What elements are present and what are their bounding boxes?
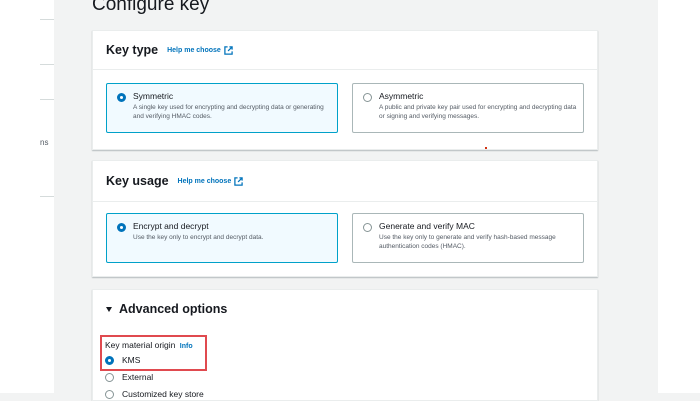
option-label: External (122, 372, 154, 382)
radio-icon[interactable] (105, 372, 114, 382)
page-title: Configure key (92, 0, 210, 15)
key-type-title: Key type (106, 43, 159, 57)
option-label: Asymmetric (379, 91, 424, 101)
key-type-header: Key type Help me choose (93, 31, 597, 70)
option-label: Symmetric (133, 91, 174, 101)
sidebar-divider (40, 99, 54, 100)
sidebar-divider (40, 196, 54, 197)
key-usage-options: Encrypt and decrypt Use the key only to … (106, 213, 584, 263)
external-link-icon (234, 176, 243, 186)
field-label: Key material origin (105, 340, 176, 350)
key-type-panel: Key type Help me choose Symmetric A sing… (92, 30, 598, 150)
option-description: Use the key only to generate and verify … (379, 234, 556, 250)
key-usage-help-link[interactable]: Help me choose (178, 176, 244, 186)
stray-mark (485, 147, 487, 149)
option-label: Encrypt and decrypt (133, 221, 209, 231)
radio-icon[interactable] (363, 93, 372, 102)
key-usage-option-generate-verify-mac[interactable]: Generate and verify MAC Use the key only… (352, 213, 584, 263)
key-usage-option-encrypt-decrypt[interactable]: Encrypt and decrypt Use the key only to … (106, 213, 338, 263)
key-type-option-symmetric[interactable]: Symmetric A single key used for encrypti… (106, 83, 338, 133)
origin-option-external[interactable]: External (105, 372, 153, 382)
key-usage-panel: Key usage Help me choose Encrypt and dec… (92, 160, 598, 277)
right-margin (658, 0, 700, 393)
caret-down-icon (106, 306, 112, 312)
key-material-origin-label: Key material origin Info (105, 340, 193, 350)
info-link[interactable]: Info (180, 343, 193, 350)
sidebar-text-fragment[interactable]: ns (40, 138, 48, 147)
key-type-option-asymmetric[interactable]: Asymmetric A public and private key pair… (352, 83, 584, 133)
key-usage-header: Key usage Help me choose (93, 161, 597, 202)
help-link-label[interactable]: Help me choose (167, 47, 221, 54)
advanced-options-toggle[interactable]: Advanced options (93, 290, 597, 328)
key-type-help-link[interactable]: Help me choose (167, 45, 233, 55)
option-description: A single key used for encrypting and dec… (133, 104, 324, 120)
radio-icon[interactable] (117, 223, 126, 232)
key-type-options: Symmetric A single key used for encrypti… (106, 83, 584, 133)
option-label: KMS (122, 355, 141, 365)
sidebar-divider (40, 19, 54, 20)
origin-option-kms[interactable]: KMS (105, 355, 140, 365)
external-link-icon (224, 45, 233, 55)
left-sidebar: ns (0, 0, 54, 393)
option-label: Customized key store (122, 389, 204, 399)
radio-icon[interactable] (363, 223, 372, 232)
help-link-label[interactable]: Help me choose (178, 178, 232, 185)
advanced-options-title: Advanced options (119, 302, 228, 316)
radio-icon[interactable] (105, 389, 114, 399)
option-description: Use the key only to encrypt and decrypt … (133, 234, 264, 241)
option-description: A public and private key pair used for e… (379, 104, 577, 120)
sidebar-divider (40, 64, 54, 65)
radio-icon[interactable] (117, 93, 126, 102)
key-usage-title: Key usage (106, 174, 169, 188)
radio-icon[interactable] (105, 355, 114, 365)
origin-option-custom-key-store[interactable]: Customized key store (105, 389, 204, 399)
option-label: Generate and verify MAC (379, 221, 475, 231)
